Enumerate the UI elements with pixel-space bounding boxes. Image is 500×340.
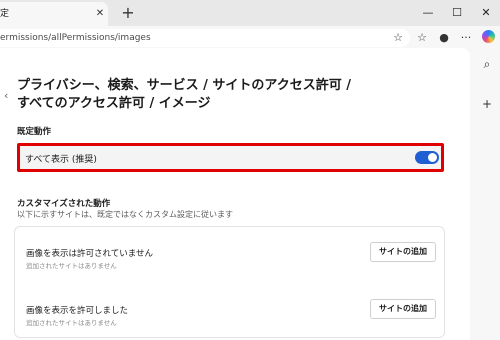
copilot-icon[interactable] bbox=[482, 30, 495, 43]
add-site-button-allowed[interactable]: サイトの追加 bbox=[370, 299, 436, 319]
search-icon[interactable]: ⌕ bbox=[479, 56, 495, 72]
add-site-button-blocked[interactable]: サイトの追加 bbox=[370, 242, 436, 262]
blocked-rule-row: 画像を表示は許可されていません 追加されたサイトはありません サイトの追加 bbox=[15, 242, 444, 287]
show-all-label: すべて表示 (推奨) bbox=[25, 155, 97, 165]
browser-toolbar: ermissions/allPermissions/images ☆ ☆ ● ·… bbox=[0, 26, 500, 48]
minimize-icon[interactable]: — bbox=[418, 4, 438, 22]
back-icon[interactable]: ‹ bbox=[4, 89, 8, 102]
tab-title: 定 bbox=[0, 9, 10, 19]
star-icon[interactable]: ☆ bbox=[390, 30, 406, 46]
maximize-icon[interactable]: ☐ bbox=[447, 4, 467, 22]
side-rail: ⌕ + bbox=[474, 48, 500, 340]
settings-content: ‹ プライバシー、検索、サービス / サイトのアクセス許可 / すべてのアクセス… bbox=[0, 48, 470, 340]
default-behavior-heading: 既定動作 bbox=[17, 127, 52, 137]
show-all-row: すべて表示 (推奨) bbox=[17, 143, 444, 172]
profile-icon[interactable]: ● bbox=[436, 30, 452, 46]
add-icon[interactable]: + bbox=[479, 96, 495, 112]
page-title: プライバシー、検索、サービス / サイトのアクセス許可 / すべてのアクセス許可… bbox=[17, 78, 352, 111]
favorites-icon[interactable]: ☆ bbox=[414, 30, 430, 46]
close-window-icon[interactable]: ✕ bbox=[476, 4, 496, 22]
browser-tab[interactable]: 定 ✕ bbox=[0, 2, 108, 26]
allowed-rule-row: 画像を表示を許可しました 追加されたサイトはありません サイトの追加 bbox=[15, 299, 444, 340]
close-icon[interactable]: ✕ bbox=[94, 8, 106, 20]
blocked-rule-title: 画像を表示は許可されていません bbox=[26, 249, 153, 259]
custom-behavior-description: 以下に示すサイトは、既定ではなくカスタム設定に従います bbox=[17, 210, 233, 219]
tab-strip: 定 ✕ + — ☐ ✕ bbox=[0, 0, 500, 26]
allowed-rule-subtitle: 追加されたサイトはありません bbox=[26, 319, 117, 327]
show-all-toggle[interactable] bbox=[415, 151, 439, 164]
address-bar[interactable]: ermissions/allPermissions/images bbox=[0, 29, 410, 47]
custom-rules-card: 画像を表示は許可されていません 追加されたサイトはありません サイトの追加 画像… bbox=[14, 226, 445, 338]
toggle-knob bbox=[428, 153, 437, 162]
blocked-rule-subtitle: 追加されたサイトはありません bbox=[26, 262, 117, 270]
more-icon[interactable]: ··· bbox=[458, 30, 474, 46]
custom-behavior-heading: カスタマイズされた動作 bbox=[17, 199, 111, 209]
allowed-rule-title: 画像を表示を許可しました bbox=[26, 306, 129, 316]
new-tab-icon[interactable]: + bbox=[120, 5, 136, 21]
